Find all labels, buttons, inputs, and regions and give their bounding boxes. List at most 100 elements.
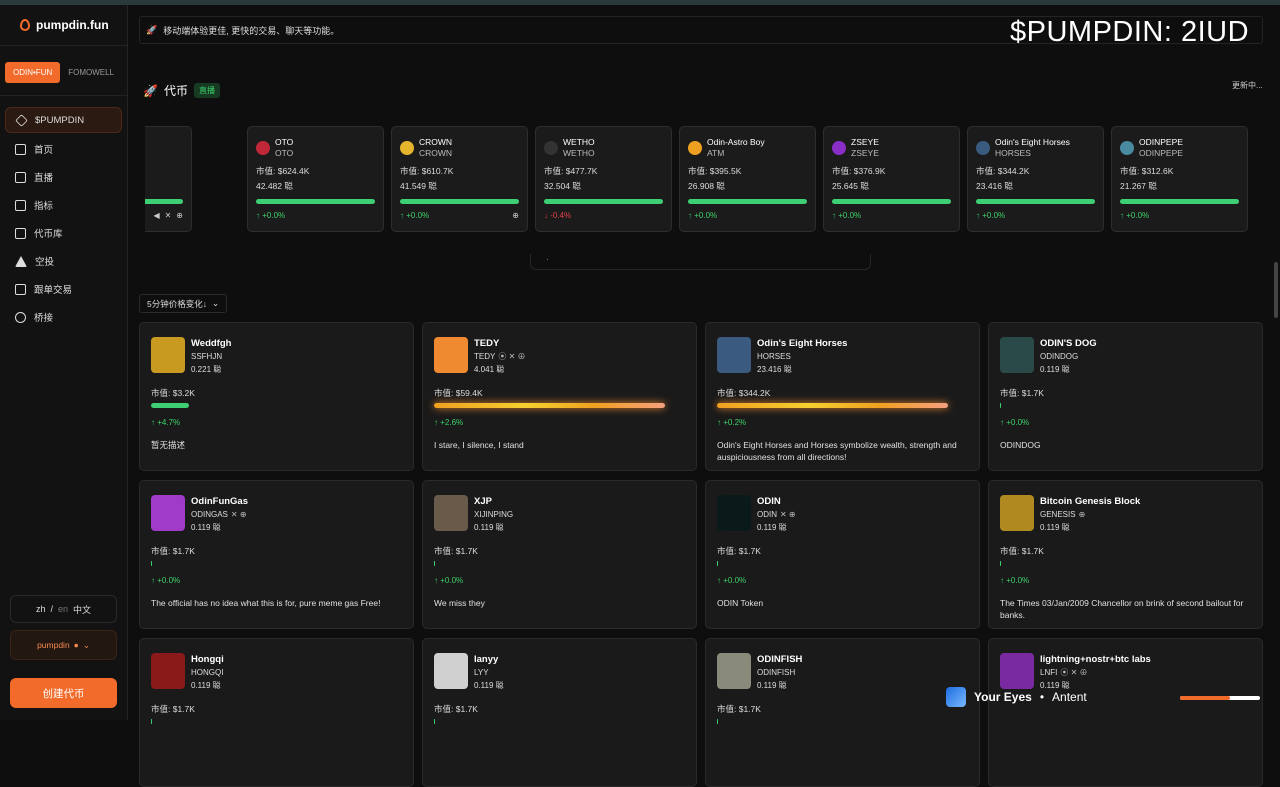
holding: 26.908 聪 [688,181,725,191]
token-image [151,495,185,531]
sort-label: 5分钟价格变化↓ [147,298,207,309]
sidebar-item-airdrop[interactable]: 空投 [5,247,122,275]
token-symbol: ODINPEPE [1139,148,1183,158]
user-menu[interactable]: pumpdin ● ⌄ [10,630,117,660]
token-card[interactable]: XJP XIJINPING 0.119 聪市值: $1.7K ↑ +0.0% We mi… [422,480,697,629]
social-icons[interactable]: ⦿ ✕ ⊕ [1060,666,1087,679]
market-cap: 市值: $3.2K [151,388,195,398]
token-card[interactable]: Weddfgh SSFHJN 0.221 聪市值: $3.2K ↑ +4.7% 暂无描述 [139,322,414,471]
price-change-row: ◀ ✕ ⊕ [145,211,183,220]
market-cap: 市值: $624.4K [256,166,310,176]
holding: 32.504 聪 [544,181,581,191]
sidebar-item-live[interactable]: 直播 [5,163,122,191]
updating-status: 更新中... [1232,81,1263,90]
language-selector[interactable]: zh / en 中文 [10,595,117,623]
token-card[interactable]: TEDY TEDY ⦿ ✕ ⊕ 4.041 聪市值: $59.4K ↑ +2.6% I s… [422,322,697,471]
switch-odin-fun[interactable]: ODIN•FUN [5,62,61,83]
ticker-card[interactable]: ODINPEPE ODINPEPE 市值: $312.6K 21.267 聪 ↑ +0.… [1111,126,1248,232]
token-card[interactable]: Bitcoin Genesis Block GENESIS ⊕ 0.119 聪市值: … [988,480,1263,629]
progress-bar [1000,403,1001,408]
globe-icon[interactable]: ⊕ [176,211,183,220]
telegram-icon[interactable]: ◀ [153,211,159,220]
price-change: ↑ +4.7% [151,418,181,427]
price-change: ↑ +0.0% [832,211,862,220]
sidebar-item-bridge[interactable]: 桥接 [5,303,122,331]
token-card[interactable]: ODIN ODIN ✕ ⊕ 0.119 聪市值: $1.7K ↑ +0.0% ODIN T… [705,480,980,629]
progress-bar [976,199,1095,204]
sidebar-item-metrics[interactable]: 指标 [5,191,122,219]
ticker-card[interactable]: OTO OTO 市值: $624.4K 42.482 聪 ↑ +0.0% [247,126,384,232]
ticker-carousel[interactable]: coin MateCMATE 6.3K1 ◀ ✕ ⊕ OTOOTO 市值: $624.4K 4… [145,126,1263,232]
holding: 23.416 聪 [976,181,1013,191]
holding: 0.119 聪 [474,523,504,532]
market-cap: 市值: $1.7K [434,546,478,556]
token-image [434,337,468,373]
token-name: Weddfgh [191,338,232,349]
overlay-title: $PUMPDIN: 2IUD [1010,16,1250,48]
ticker-card[interactable]: ZSEYE ZSEYE 市值: $376.9K 25.645 聪 ↑ +0.0% [823,126,960,232]
ticker-card[interactable]: coin MateCMATE 6.3K1 ◀ ✕ ⊕ [145,126,192,232]
lang-en[interactable]: en [58,604,68,614]
price-change: ↑ +0.0% [434,576,464,585]
music-player[interactable]: Your Eyes • Antent [946,687,1260,707]
progress-bar [832,199,951,204]
token-image [434,495,468,531]
create-token-button[interactable]: 创建代币 [10,678,117,708]
market-cap: 市值: $344.2K [976,166,1030,176]
card-header: Bitcoin Genesis Block GENESIS ⊕ 0.119 聪 [1000,495,1251,535]
token-name: WETHO [563,137,595,147]
price-change: ↑ +0.0% [256,211,286,220]
price-change-row: ↓ -0.4% [544,211,663,220]
token-symbol-row: ODINGAS ✕ ⊕ [191,508,248,521]
ticker-card[interactable]: Odin's Eight Horses HORSES 市值: $344.2K 23.4… [967,126,1104,232]
sidebar-item-home[interactable]: 首页 [5,135,122,163]
token-card[interactable]: ODINFISH ODINFISH 0.119 聪市值: $1.7K [705,638,980,787]
app-logo[interactable]: pumpdin.fun [20,18,109,32]
token-card[interactable]: lightning+nostr+btc labs LNFI ⦿ ✕ ⊕ 0.119 聪 [988,638,1263,787]
rocket-icon: 🚀 [146,24,158,35]
social-icons[interactable]: ✕ ⊕ [780,508,796,521]
card-header: lanyy LYY 0.119 聪 [434,653,685,693]
token-card[interactable]: ODIN'S DOG ODINDOG 0.119 聪市值: $1.7K ↑ +0.0%… [988,322,1263,471]
social-icons[interactable]: ✕ ⊕ [231,508,247,521]
token-card[interactable]: lanyy LYY 0.119 聪市值: $1.7K [422,638,697,787]
token-symbol: HORSES [757,352,791,361]
ticker-card[interactable]: WETHO WETHO 市值: $477.7K 32.504 聪 ↓ -0.4% [535,126,672,232]
scroll-dot: · [546,255,549,264]
price-change-row: ↑ +0.0% [1120,211,1239,220]
album-art [946,687,966,707]
sidebar-item-copy-trading[interactable]: 跟单交易 [5,275,122,303]
live-badge[interactable]: 直播 [193,83,220,98]
token-card[interactable]: Hongqi HONGQI 0.119 聪市值: $1.7K [139,638,414,787]
token-name: ODIN [757,496,781,507]
token-description: We miss they [434,598,485,608]
ticker-card[interactable]: Odin-Astro Boy ATM 市值: $395.5K 26.908 聪 ↑ +0… [679,126,816,232]
social-icons[interactable]: ⊕ [1079,508,1086,521]
social-icons[interactable]: ⦿ ✕ ⊕ [498,350,525,363]
divider [0,95,127,96]
holding: 0.119 聪 [1040,365,1070,374]
token-name: Bitcoin Genesis Block [1040,496,1141,507]
carousel-scroll-hint[interactable]: · [530,254,871,270]
page-scrollbar[interactable] [1274,262,1278,318]
token-name: TEDY [474,338,500,349]
sidebar-item-pumpdin[interactable]: $PUMPDIN [5,107,122,133]
token-name: XJP [474,496,492,507]
globe-icon[interactable]: ⊕ [512,211,519,220]
token-card[interactable]: Odin's Eight Horses HORSES 23.416 聪市值: $34… [705,322,980,471]
sidebar-item-vault[interactable]: 代币库 [5,219,122,247]
x-icon[interactable]: ✕ [165,211,172,220]
switch-fomowell[interactable]: FOMOWELL [60,62,122,83]
token-symbol: SSFHJN [191,352,223,361]
token-symbol: HORSES [995,148,1031,158]
playback-progress[interactable] [1180,696,1260,700]
price-change: ↑ +0.0% [688,211,718,220]
token-name: CROWN [419,137,453,147]
token-symbol-row: XIJINPING [474,508,516,521]
token-card[interactable]: OdinFunGas ODINGAS ✕ ⊕ 0.119 聪市值: $1.7K ↑ +0… [139,480,414,629]
sort-dropdown[interactable]: 5分钟价格变化↓ ⌄ [139,294,228,313]
market-cap: 市值: $610.7K [400,166,454,176]
ticker-card[interactable]: CROWN CROWN 市值: $610.7K 41.549 聪 ↑ +0.0% ⊕ [391,126,528,232]
lang-zh[interactable]: zh [36,604,46,614]
price-change: ↑ +0.0% [976,211,1006,220]
